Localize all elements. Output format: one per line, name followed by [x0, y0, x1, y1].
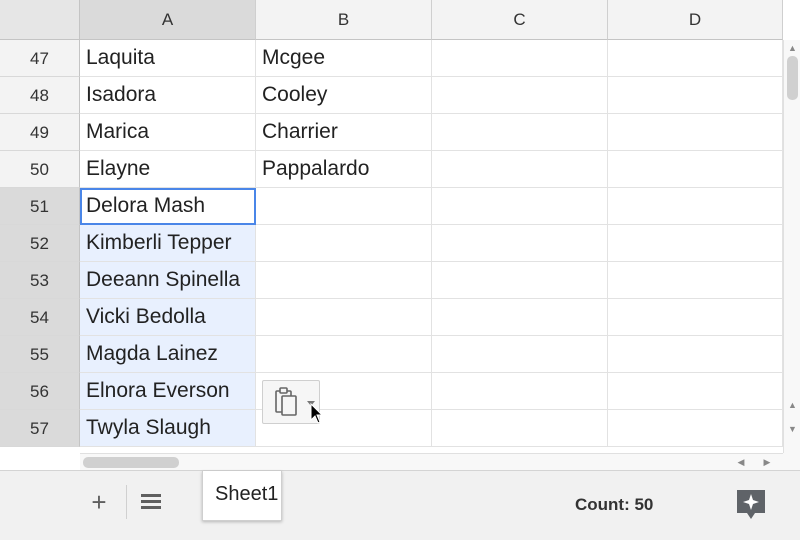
cell-d-50[interactable]: [608, 151, 783, 188]
cell-a-49[interactable]: Marica: [80, 114, 256, 151]
row-header[interactable]: 52: [0, 225, 80, 262]
cell-a-51[interactable]: Delora Mash: [80, 188, 256, 225]
cell-d-52[interactable]: [608, 225, 783, 262]
row-header[interactable]: 56: [0, 373, 80, 410]
cell-c-57[interactable]: [432, 410, 608, 447]
cell-d-57[interactable]: [608, 410, 783, 447]
cell-c-50[interactable]: [432, 151, 608, 188]
column-header[interactable]: C: [432, 0, 608, 40]
mouse-cursor-icon: [310, 403, 324, 424]
cell-d-56[interactable]: [608, 373, 783, 410]
vertical-scrollbar[interactable]: ▲ ▲ ▼: [783, 40, 800, 453]
cell-c-49[interactable]: [432, 114, 608, 151]
cell-a-53[interactable]: Deeann Spinella: [80, 262, 256, 299]
cell-b-54[interactable]: [256, 299, 432, 336]
sheet-footer: + Sheet1 Count: 50: [0, 470, 800, 540]
scrollbar-corner: [783, 453, 800, 470]
row-header[interactable]: 49: [0, 114, 80, 151]
explore-button[interactable]: [734, 487, 768, 523]
column-header[interactable]: D: [608, 0, 783, 40]
vertical-scroll-thumb[interactable]: [787, 56, 798, 100]
cell-b-51[interactable]: [256, 188, 432, 225]
sheet-tab[interactable]: Sheet1: [202, 471, 282, 521]
cell-b-53[interactable]: [256, 262, 432, 299]
cell-d-55[interactable]: [608, 336, 783, 373]
cell-b-52[interactable]: [256, 225, 432, 262]
cell-a-48[interactable]: Isadora: [80, 77, 256, 114]
footer-divider: [126, 485, 127, 519]
cell-c-47[interactable]: [432, 40, 608, 77]
cell-c-54[interactable]: [432, 299, 608, 336]
select-all-corner[interactable]: [0, 0, 80, 40]
cell-c-56[interactable]: [432, 373, 608, 410]
cell-c-52[interactable]: [432, 225, 608, 262]
row-header[interactable]: 53: [0, 262, 80, 299]
cell-c-48[interactable]: [432, 77, 608, 114]
cell-d-48[interactable]: [608, 77, 783, 114]
cell-a-50[interactable]: Elayne: [80, 151, 256, 188]
cell-b-50[interactable]: Pappalardo: [256, 151, 432, 188]
column-header[interactable]: A: [80, 0, 256, 40]
row-header[interactable]: 50: [0, 151, 80, 188]
horizontal-scroll-thumb[interactable]: [83, 457, 179, 468]
explore-icon: [737, 490, 765, 519]
scroll-right-icon[interactable]: ▶: [756, 454, 778, 471]
plus-icon: +: [91, 487, 107, 517]
cell-c-51[interactable]: [432, 188, 608, 225]
cell-a-54[interactable]: Vicki Bedolla: [80, 299, 256, 336]
spreadsheet-grid[interactable]: ABCD 47 48 49 50 51 52 53 54 55 56 57 Laquita Mcgee…: [0, 0, 800, 453]
cell-b-47[interactable]: Mcgee: [256, 40, 432, 77]
selection-count[interactable]: Count: 50: [575, 495, 653, 515]
cell-a-56[interactable]: Elnora Everson: [80, 373, 256, 410]
scroll-up-icon[interactable]: ▲: [784, 397, 800, 413]
scroll-down-icon[interactable]: ▼: [784, 421, 800, 437]
row-header[interactable]: 57: [0, 410, 80, 447]
row-header[interactable]: 55: [0, 336, 80, 373]
cell-b-55[interactable]: [256, 336, 432, 373]
row-header[interactable]: 47: [0, 40, 80, 77]
scroll-left-icon[interactable]: ◀: [730, 454, 752, 471]
add-sheet-button[interactable]: +: [84, 485, 114, 519]
cell-c-53[interactable]: [432, 262, 608, 299]
scroll-up-icon[interactable]: ▲: [784, 40, 800, 56]
all-sheets-button[interactable]: [134, 485, 168, 519]
row-header[interactable]: 51: [0, 188, 80, 225]
column-header[interactable]: B: [256, 0, 432, 40]
cell-d-49[interactable]: [608, 114, 783, 151]
cell-d-54[interactable]: [608, 299, 783, 336]
cell-a-55[interactable]: Magda Lainez: [80, 336, 256, 373]
cell-d-47[interactable]: [608, 40, 783, 77]
cell-a-57[interactable]: Twyla Slaugh: [80, 410, 256, 447]
cell-d-53[interactable]: [608, 262, 783, 299]
cell-a-52[interactable]: Kimberli Tepper: [80, 225, 256, 262]
horizontal-scrollbar[interactable]: ◀ ▶: [80, 453, 783, 470]
cell-b-48[interactable]: Cooley: [256, 77, 432, 114]
cell-a-47[interactable]: Laquita: [80, 40, 256, 77]
row-header[interactable]: 54: [0, 299, 80, 336]
cell-b-49[interactable]: Charrier: [256, 114, 432, 151]
row-header[interactable]: 48: [0, 77, 80, 114]
cell-d-51[interactable]: [608, 188, 783, 225]
cell-c-55[interactable]: [432, 336, 608, 373]
